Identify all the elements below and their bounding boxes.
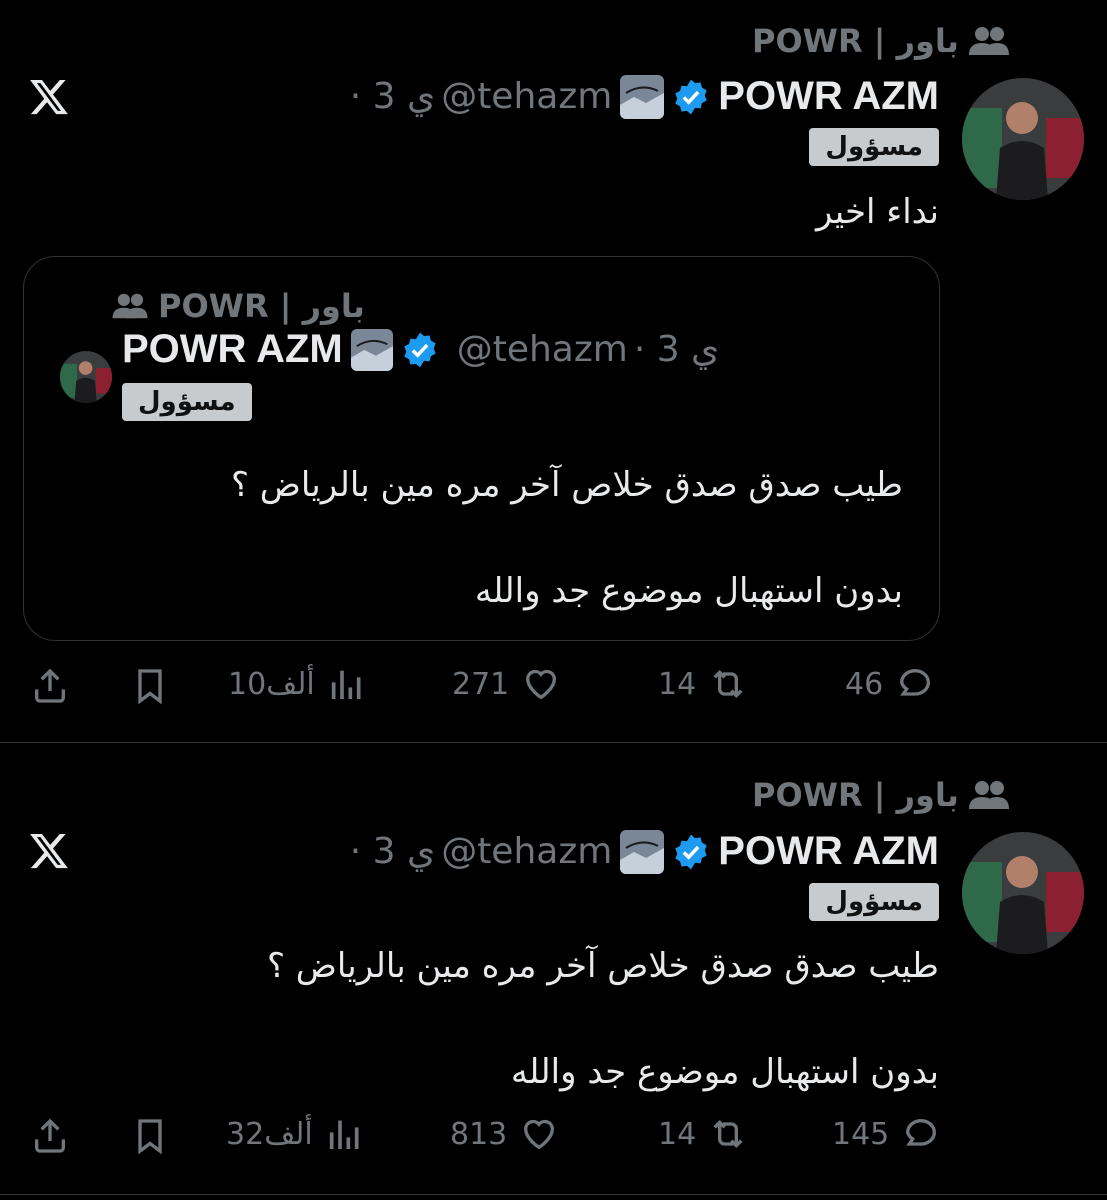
- role-badge: مسؤول: [809, 883, 939, 921]
- avatar[interactable]: [962, 832, 1084, 954]
- like-count: 813: [450, 1116, 508, 1152]
- post-time: · 3 ي: [633, 329, 720, 370]
- quote-author-row: POWR AZM @tehazm · 3 ي: [122, 327, 719, 372]
- share-icon[interactable]: [30, 666, 70, 706]
- quoted-post[interactable]: POWR | باور POWR AZM @tehazm · 3 ي مسؤول…: [23, 256, 940, 641]
- quote-text-line-1: طيب صدق صدق خلاص آخر مره مين بالرياض ؟: [230, 465, 903, 505]
- views-icon: [331, 670, 361, 699]
- like-button[interactable]: 813: [450, 1114, 559, 1154]
- affiliate-badge-icon[interactable]: [620, 74, 665, 119]
- bookmark-icon[interactable]: [130, 666, 170, 706]
- verified-icon: [404, 332, 436, 367]
- avatar-photo: [962, 78, 1084, 200]
- author-handle[interactable]: @tehazm: [441, 76, 612, 117]
- community-label: POWR | باور: [752, 776, 959, 814]
- views-count: 10ألف: [228, 666, 315, 702]
- people-icon: [968, 781, 1009, 809]
- verified-icon[interactable]: [672, 78, 710, 116]
- post-divider: [0, 742, 1107, 743]
- avatar[interactable]: [962, 78, 1084, 200]
- post-text-line-1: طيب صدق صدق خلاص آخر مره مين بالرياض ؟: [266, 946, 939, 986]
- repost-button[interactable]: 14: [658, 1114, 748, 1154]
- like-count: 271: [452, 666, 510, 702]
- role-badge: مسؤول: [809, 128, 939, 166]
- avatar-photo: [962, 832, 1084, 954]
- like-icon: [524, 1119, 555, 1150]
- author-name[interactable]: POWR AZM: [718, 829, 939, 874]
- avatar-photo: [60, 351, 112, 403]
- quote-community-context[interactable]: POWR | باور: [112, 287, 365, 325]
- repost-button[interactable]: 14: [658, 664, 748, 704]
- author-row: · 3 ي @tehazm POWR AZM: [350, 74, 939, 119]
- author-row: · 3 ي @tehazm POWR AZM: [350, 829, 939, 874]
- reply-count: 46: [845, 666, 884, 702]
- reply-icon: [906, 1119, 937, 1146]
- reply-button[interactable]: 46: [845, 664, 935, 704]
- author-name: POWR AZM: [122, 327, 343, 371]
- bookmark-icon[interactable]: [130, 1116, 170, 1156]
- quote-avatar: [60, 351, 112, 403]
- x-logo-icon[interactable]: [28, 76, 70, 118]
- people-icon: [112, 293, 148, 319]
- like-icon: [526, 669, 557, 700]
- reply-button[interactable]: 145: [832, 1114, 941, 1154]
- repost-count: 14: [658, 666, 697, 702]
- verified-icon[interactable]: [672, 833, 710, 871]
- community-label: POWR | باور: [752, 22, 959, 60]
- views-count: 32ألف: [226, 1116, 313, 1152]
- reply-icon: [900, 669, 931, 696]
- post-text: نداء اخير: [815, 192, 939, 232]
- post-time[interactable]: · 3 ي: [350, 831, 435, 872]
- community-context[interactable]: POWR | باور: [752, 22, 1009, 60]
- repost-count: 14: [658, 1116, 697, 1152]
- people-icon: [968, 27, 1009, 55]
- reply-count: 145: [832, 1116, 890, 1152]
- views-button[interactable]: 10ألف: [228, 664, 367, 704]
- author-name[interactable]: POWR AZM: [718, 74, 939, 119]
- post-text-line-2: بدون استهبال موضوع جد والله: [510, 1052, 939, 1092]
- quote-text-line-2: بدون استهبال موضوع جد والله: [474, 571, 903, 611]
- affiliate-badge-icon[interactable]: [620, 829, 665, 874]
- views-icon: [329, 1120, 359, 1149]
- share-icon[interactable]: [30, 1116, 70, 1156]
- post-divider: [0, 1194, 1107, 1195]
- role-badge: مسؤول: [122, 383, 252, 421]
- x-logo-icon[interactable]: [28, 830, 70, 872]
- community-context[interactable]: POWR | باور: [752, 776, 1009, 814]
- like-button[interactable]: 271: [452, 664, 561, 704]
- affiliate-badge-icon: [350, 328, 393, 371]
- community-label: POWR | باور: [158, 287, 365, 325]
- repost-icon: [713, 669, 743, 699]
- author-handle: @tehazm: [456, 329, 628, 370]
- views-button[interactable]: 32ألف: [226, 1114, 365, 1154]
- repost-icon: [713, 1119, 743, 1149]
- post-time[interactable]: · 3 ي: [350, 76, 435, 117]
- author-handle[interactable]: @tehazm: [441, 831, 612, 872]
